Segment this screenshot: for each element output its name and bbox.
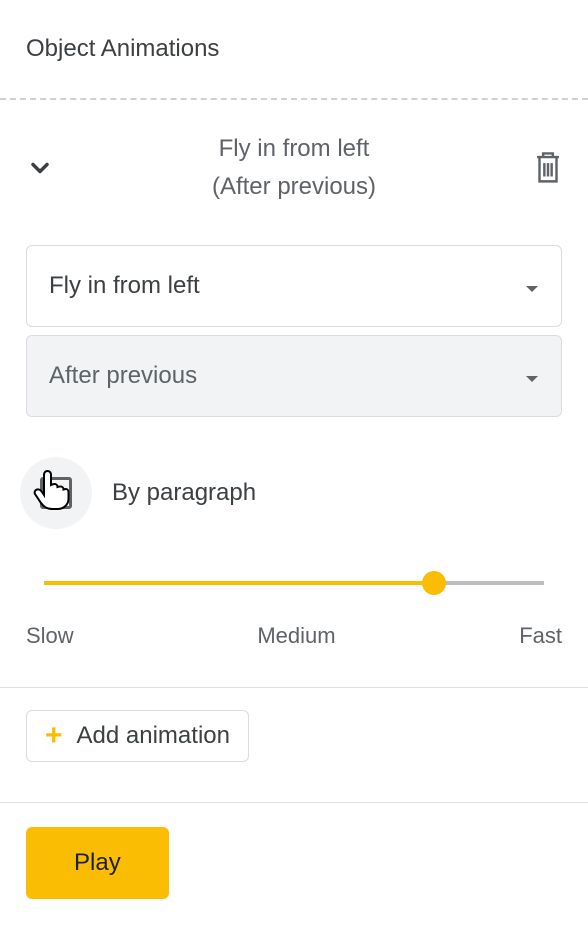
chevron-down-icon[interactable] bbox=[20, 148, 60, 188]
slider-label-fast: Fast bbox=[519, 623, 562, 649]
dropdown-arrow-icon bbox=[525, 362, 539, 390]
animation-summary-type: Fly in from left bbox=[60, 130, 528, 168]
delete-animation-button[interactable] bbox=[528, 148, 568, 188]
speed-slider-container: Slow Medium Fast bbox=[0, 571, 588, 669]
slider-labels: Slow Medium Fast bbox=[26, 623, 562, 649]
add-animation-row: + Add animation bbox=[0, 688, 588, 784]
animation-type-dropdown[interactable]: Fly in from left bbox=[26, 245, 562, 327]
play-button[interactable]: Play bbox=[26, 827, 169, 899]
slider-label-medium: Medium bbox=[257, 623, 335, 649]
add-animation-label: Add animation bbox=[77, 722, 230, 750]
checkbox-icon bbox=[40, 477, 72, 509]
by-paragraph-checkbox[interactable] bbox=[20, 457, 92, 529]
play-row: Play bbox=[0, 803, 588, 923]
add-animation-button[interactable]: + Add animation bbox=[26, 710, 249, 762]
animation-trigger-value: After previous bbox=[49, 362, 197, 390]
slider-thumb[interactable] bbox=[422, 571, 446, 595]
dropdown-arrow-icon bbox=[525, 272, 539, 300]
animation-item-header[interactable]: Fly in from left (After previous) bbox=[0, 100, 588, 237]
by-paragraph-row: By paragraph bbox=[0, 425, 588, 561]
animation-summary: Fly in from left (After previous) bbox=[60, 130, 528, 207]
slider-fill bbox=[44, 581, 434, 585]
panel-title: Object Animations bbox=[0, 0, 588, 98]
trash-icon bbox=[533, 151, 563, 185]
plus-icon: + bbox=[45, 721, 63, 751]
animation-summary-trigger: (After previous) bbox=[60, 168, 528, 206]
slider-label-slow: Slow bbox=[26, 623, 74, 649]
by-paragraph-label: By paragraph bbox=[112, 479, 256, 507]
animation-type-value: Fly in from left bbox=[49, 272, 200, 300]
animation-trigger-dropdown[interactable]: After previous bbox=[26, 335, 562, 417]
speed-slider[interactable] bbox=[44, 571, 544, 595]
